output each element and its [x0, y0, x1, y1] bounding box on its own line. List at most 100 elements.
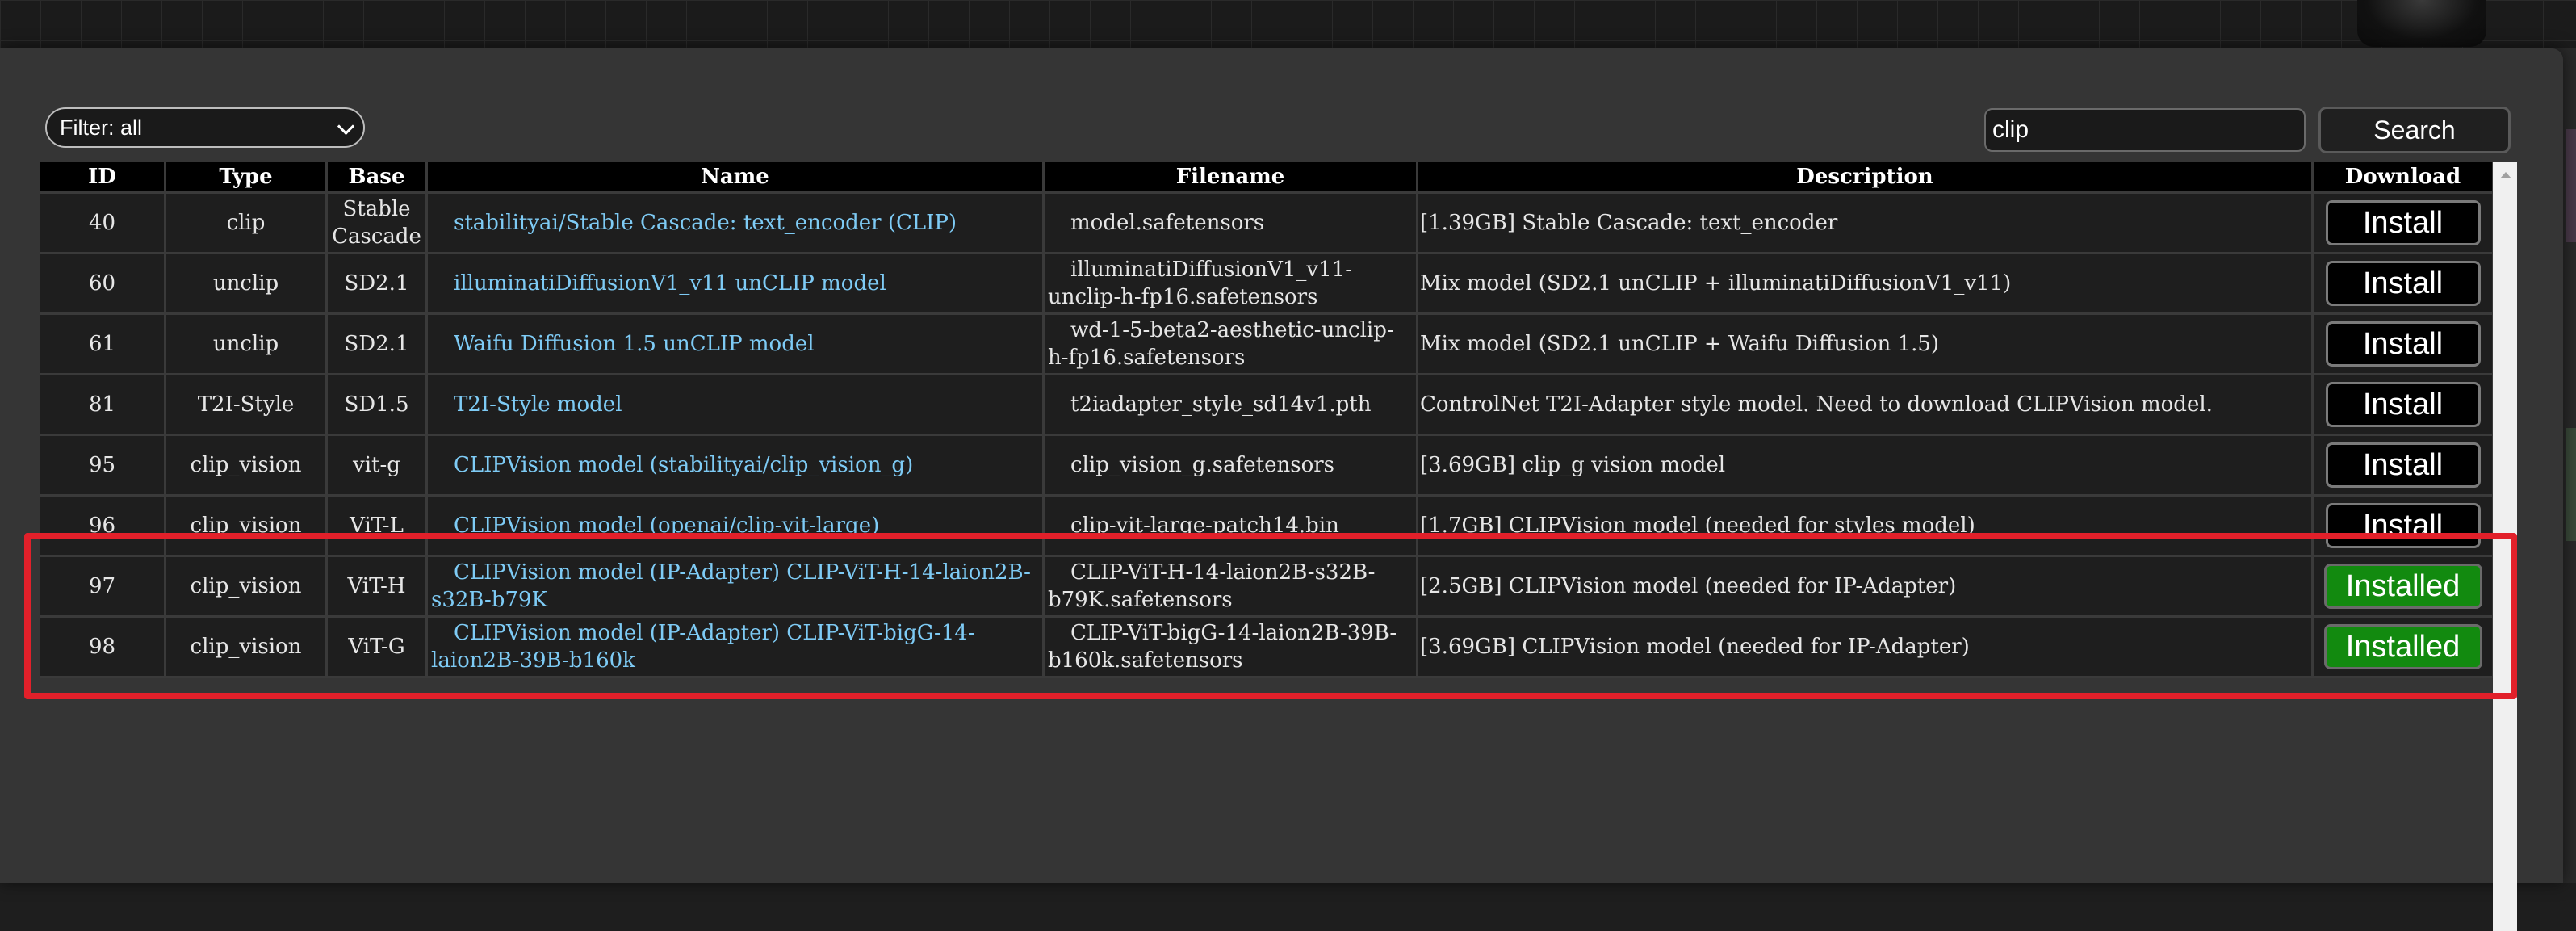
cell-description: Mix model (SD2.1 unCLIP + illuminatiDiff…	[1418, 254, 2311, 312]
cell-base: SD2.1	[328, 315, 425, 373]
cell-id: 97	[40, 557, 164, 615]
column-header-name[interactable]: Name	[428, 162, 1042, 191]
column-header-filename[interactable]: Filename	[1045, 162, 1416, 191]
cell-description: [1.39GB] Stable Cascade: text_encoder	[1418, 194, 2311, 252]
vertical-scrollbar[interactable]	[2493, 162, 2517, 931]
table-row: 97 clip_vision ViT-H CLIPVision model (IP-A…	[40, 557, 2492, 615]
character-thumbnail	[2357, 0, 2486, 47]
side-panel-marker	[2566, 428, 2576, 541]
filename-text: model.safetensors	[1070, 211, 1265, 235]
search-button-label: Search	[2373, 115, 2456, 145]
filename-text: wd-1-5-beta2-aesthetic-unclip-h-fp16.saf…	[1048, 318, 1394, 370]
filter-dropdown-value: Filter: all	[60, 115, 143, 140]
table-row: 98 clip_vision ViT-G CLIPVision model (IP-A…	[40, 618, 2492, 676]
cell-type: clip_vision	[166, 557, 325, 615]
cell-download: Install	[2314, 254, 2492, 312]
cell-filename: model.safetensors	[1045, 194, 1416, 252]
filename-text: t2iadapter_style_sd14v1.pth	[1070, 392, 1372, 417]
table-header-row: ID Type Base Name Filename Description D…	[40, 162, 2492, 191]
cell-download: Installed	[2314, 557, 2492, 615]
model-name-link[interactable]: CLIPVision model (IP-Adapter) CLIP-ViT-H…	[431, 560, 1031, 612]
model-name-link[interactable]: stabilityai/Stable Cascade: text_encoder…	[431, 211, 957, 235]
column-header-download[interactable]: Download	[2314, 162, 2492, 191]
cell-id: 61	[40, 315, 164, 373]
scroll-up-arrow-icon[interactable]	[2500, 172, 2511, 178]
cell-description: [1.7GB] CLIPVision model (needed for sty…	[1418, 497, 2311, 555]
cell-description: [2.5GB] CLIPVision model (needed for IP-…	[1418, 557, 2311, 615]
cell-filename: clip_vision_g.safetensors	[1045, 436, 1416, 494]
install-button[interactable]: Install	[2325, 261, 2481, 306]
cell-name: CLIPVision model (openai/clip-vit-large)	[428, 497, 1042, 555]
cell-id: 95	[40, 436, 164, 494]
cell-filename: CLIP-ViT-bigG-14-laion2B-39B-b160k.safet…	[1045, 618, 1416, 676]
cell-type: unclip	[166, 315, 325, 373]
cell-filename: t2iadapter_style_sd14v1.pth	[1045, 375, 1416, 434]
cell-base: ViT-H	[328, 557, 425, 615]
cell-name: illuminatiDiffusionV1_v11 unCLIP model	[428, 254, 1042, 312]
search-button[interactable]: Search	[2318, 107, 2511, 153]
filename-text: CLIP-ViT-H-14-laion2B-s32B-b79K.safetens…	[1048, 560, 1376, 612]
install-button[interactable]: Install	[2325, 442, 2481, 488]
install-button[interactable]: Install	[2325, 503, 2481, 548]
cell-id: 81	[40, 375, 164, 434]
cell-id: 98	[40, 618, 164, 676]
cell-download: Install	[2314, 497, 2492, 555]
table-row: 60 unclip SD2.1 illuminatiDiffusionV1_v11 u…	[40, 254, 2492, 312]
installed-button[interactable]: Installed	[2323, 564, 2482, 609]
install-button[interactable]: Install	[2325, 382, 2481, 427]
model-name-link[interactable]: CLIPVision model (stabilityai/clip_visio…	[431, 453, 913, 477]
column-header-base[interactable]: Base	[328, 162, 425, 191]
cell-download: Installed	[2314, 618, 2492, 676]
cell-description: ControlNet T2I-Adapter style model. Need…	[1418, 375, 2311, 434]
column-header-id[interactable]: ID	[40, 162, 164, 191]
side-panel-marker	[2566, 129, 2576, 242]
cell-download: Install	[2314, 375, 2492, 434]
cell-download: Install	[2314, 436, 2492, 494]
cell-base: SD1.5	[328, 375, 425, 434]
cell-type: clip	[166, 194, 325, 252]
cell-name: stabilityai/Stable Cascade: text_encoder…	[428, 194, 1042, 252]
chevron-down-icon	[337, 117, 355, 136]
cell-base: ViT-G	[328, 618, 425, 676]
cell-type: T2I-Style	[166, 375, 325, 434]
column-header-description[interactable]: Description	[1418, 162, 2311, 191]
filename-text: CLIP-ViT-bigG-14-laion2B-39B-b160k.safet…	[1048, 621, 1397, 673]
cell-name: CLIPVision model (stabilityai/clip_visio…	[428, 436, 1042, 494]
cell-name: Waifu Diffusion 1.5 unCLIP model	[428, 315, 1042, 373]
cell-type: clip_vision	[166, 497, 325, 555]
search-input[interactable]	[1984, 108, 2306, 152]
table-row: 40 clip Stable Cascade stabilityai/Stable C…	[40, 194, 2492, 252]
cell-description: [3.69GB] CLIPVision model (needed for IP…	[1418, 618, 2311, 676]
cell-name: T2I-Style model	[428, 375, 1042, 434]
cell-download: Install	[2314, 194, 2492, 252]
model-name-link[interactable]: T2I-Style model	[431, 392, 622, 417]
cell-base: vit-g	[328, 436, 425, 494]
table-row: 81 T2I-Style SD1.5 T2I-Style model t2iadapte…	[40, 375, 2492, 434]
cell-name: CLIPVision model (IP-Adapter) CLIP-ViT-H…	[428, 557, 1042, 615]
cell-base: ViT-L	[328, 497, 425, 555]
cell-filename: illuminatiDiffusionV1_v11-unclip-h-fp16.…	[1045, 254, 1416, 312]
filename-text: illuminatiDiffusionV1_v11-unclip-h-fp16.…	[1048, 258, 1352, 309]
cell-base: SD2.1	[328, 254, 425, 312]
model-list-table-container: ID Type Base Name Filename Description D…	[40, 162, 2494, 931]
cell-description: Mix model (SD2.1 unCLIP + Waifu Diffusio…	[1418, 315, 2311, 373]
cell-download: Install	[2314, 315, 2492, 373]
filename-text: clip_vision_g.safetensors	[1070, 453, 1335, 477]
model-manager-dialog: Filter: all Search ID Type Base Name	[0, 48, 2563, 931]
model-name-link[interactable]: Waifu Diffusion 1.5 unCLIP model	[431, 332, 815, 356]
table-row: 96 clip_vision ViT-L CLIPVision model (open…	[40, 497, 2492, 555]
filter-dropdown[interactable]: Filter: all	[45, 107, 365, 148]
cell-id: 96	[40, 497, 164, 555]
model-name-link[interactable]: CLIPVision model (IP-Adapter) CLIP-ViT-b…	[431, 621, 975, 673]
cell-filename: CLIP-ViT-H-14-laion2B-s32B-b79K.safetens…	[1045, 557, 1416, 615]
cell-type: unclip	[166, 254, 325, 312]
installed-button[interactable]: Installed	[2323, 624, 2482, 669]
model-name-link[interactable]: CLIPVision model (openai/clip-vit-large)	[431, 514, 879, 538]
cell-name: CLIPVision model (IP-Adapter) CLIP-ViT-b…	[428, 618, 1042, 676]
install-button[interactable]: Install	[2325, 200, 2481, 245]
column-header-type[interactable]: Type	[166, 162, 325, 191]
install-button[interactable]: Install	[2325, 321, 2481, 367]
cell-type: clip_vision	[166, 436, 325, 494]
cell-base: Stable Cascade	[328, 194, 425, 252]
model-name-link[interactable]: illuminatiDiffusionV1_v11 unCLIP model	[431, 271, 886, 296]
